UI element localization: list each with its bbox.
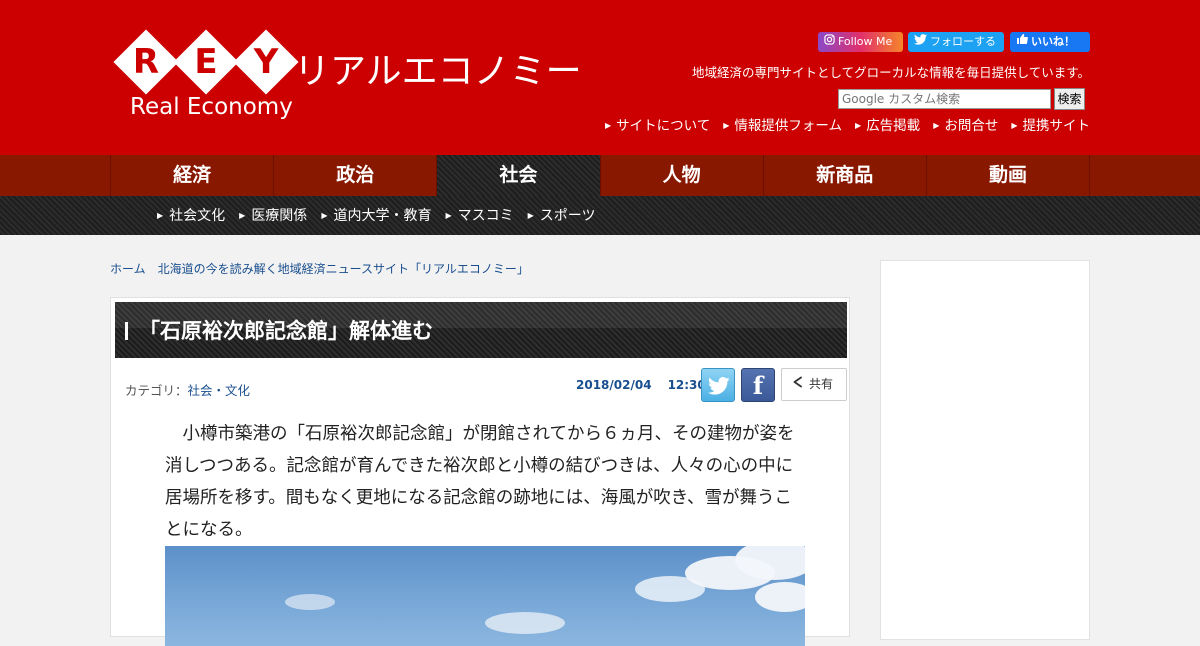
facebook-like-icon xyxy=(1016,32,1028,52)
article-photo xyxy=(165,546,805,646)
nav-tab-videos[interactable]: 動画 xyxy=(927,155,1091,196)
arrow-right-icon: ▶ xyxy=(855,121,862,130)
logo-diamond-e: E xyxy=(173,29,239,95)
subnav-item-sports[interactable]: ▶ スポーツ xyxy=(528,196,596,235)
twitter-label: フォローする xyxy=(930,35,996,48)
site-logo[interactable]: R E Y リアルエコノミー Real Economy xyxy=(112,26,592,130)
logo-japanese-text: リアルエコノミー xyxy=(294,51,582,92)
utility-links: ▶ サイトについて ▶ 情報提供フォーム ▶ 広告掲載 ▶ お問合せ ▶ 提携サイト xyxy=(605,114,1090,134)
util-link-partners[interactable]: ▶ 提携サイト xyxy=(1011,114,1090,134)
breadcrumb-current[interactable]: 北海道の今を読み解く地域経済ニュースサイト「リアルエコノミー」 xyxy=(158,262,529,276)
util-link-contact[interactable]: ▶ お問合せ xyxy=(933,114,998,134)
instagram-icon xyxy=(824,32,835,52)
arrow-right-icon: ▶ xyxy=(723,121,730,130)
search-button[interactable]: 検索 xyxy=(1054,88,1085,110)
nav-tab-society[interactable]: 社会 xyxy=(437,155,601,196)
site-header: R E Y リアルエコノミー Real Economy Follow Me フォ… xyxy=(0,0,1200,155)
nav-tab-politics[interactable]: 政治 xyxy=(274,155,438,196)
nav-tab-people[interactable]: 人物 xyxy=(601,155,764,196)
category-label: カテゴリ： xyxy=(125,383,188,398)
instagram-label: Follow Me xyxy=(838,35,893,48)
search-input[interactable] xyxy=(838,89,1051,109)
arrow-right-icon: ▶ xyxy=(157,211,164,220)
arrow-right-icon: ▶ xyxy=(933,121,940,130)
twitter-icon xyxy=(914,32,927,52)
article-title-bar: 「石原裕次郎記念館」解体進む xyxy=(115,302,847,358)
arrow-right-icon: ▶ xyxy=(321,211,328,220)
share-icon xyxy=(792,369,804,400)
article-title: 「石原裕次郎記念館」解体進む xyxy=(139,319,433,343)
share-label: 共有 xyxy=(809,377,834,391)
facebook-like-button[interactable]: いいね！ xyxy=(1010,32,1090,52)
subnav-item-medical[interactable]: ▶ 医療関係 xyxy=(239,196,307,235)
site-tagline: 地域経済の専門サイトとしてグローカルな情報を毎日提供しています。 xyxy=(691,65,1090,80)
nav-tab-economy[interactable]: 経済 xyxy=(111,155,275,196)
tweet-share-button[interactable] xyxy=(701,368,735,402)
subnav-item-social-culture[interactable]: ▶ 社会文化 xyxy=(157,196,225,235)
logo-english-text: Real Economy xyxy=(130,94,293,120)
arrow-right-icon: ▶ xyxy=(239,211,246,220)
nav-tab-new-products[interactable]: 新商品 xyxy=(764,155,927,196)
article-category: カテゴリ：社会・文化 xyxy=(125,380,250,399)
logo-diamond-y: Y xyxy=(233,29,299,95)
arrow-right-icon: ▶ xyxy=(1011,121,1018,130)
twitter-follow-button[interactable]: フォローする xyxy=(908,32,1004,52)
sub-nav: ▶ 社会文化 ▶ 医療関係 ▶ 道内大学・教育 ▶ マスコミ ▶ スポーツ xyxy=(0,196,1200,235)
category-link[interactable]: 社会・文化 xyxy=(188,383,251,398)
article-datetime: 2018/02/04 12:30 xyxy=(576,378,706,392)
util-link-about[interactable]: ▶ サイトについて xyxy=(605,114,710,134)
facebook-share-button[interactable]: f xyxy=(741,368,775,402)
twitter-bird-icon xyxy=(702,377,736,407)
arrow-right-icon: ▶ xyxy=(445,211,452,220)
title-marker xyxy=(125,322,128,340)
util-link-advertising[interactable]: ▶ 広告掲載 xyxy=(855,114,920,134)
share-button[interactable]: 共有 xyxy=(781,368,847,401)
subnav-item-universities[interactable]: ▶ 道内大学・教育 xyxy=(321,196,431,235)
arrow-right-icon: ▶ xyxy=(605,121,612,130)
facebook-f-icon: f xyxy=(752,371,764,400)
breadcrumb: ホーム 北海道の今を読み解く地域経済ニュースサイト「リアルエコノミー」 xyxy=(110,260,529,277)
article-body: 小樽市築港の「石原裕次郎記念館」が閉館されてから６ヵ月、その建物が姿を消しつつあ… xyxy=(165,424,795,540)
util-link-info-form[interactable]: ▶ 情報提供フォーム xyxy=(723,114,842,134)
arrow-right-icon: ▶ xyxy=(527,211,534,220)
logo-diamond-r: R xyxy=(113,29,179,95)
sidebar-panel xyxy=(880,260,1090,640)
breadcrumb-home[interactable]: ホーム xyxy=(110,262,146,276)
facebook-like-label: いいね！ xyxy=(1031,35,1075,48)
main-nav: 経済 政治 社会 人物 新商品 動画 xyxy=(0,155,1200,196)
instagram-follow-button[interactable]: Follow Me xyxy=(818,32,903,52)
article-date: 2018/02/04 xyxy=(576,378,652,392)
subnav-item-media[interactable]: ▶ マスコミ xyxy=(445,196,513,235)
article-card: 「石原裕次郎記念館」解体進む カテゴリ：社会・文化 2018/02/04 12:3… xyxy=(110,297,850,646)
